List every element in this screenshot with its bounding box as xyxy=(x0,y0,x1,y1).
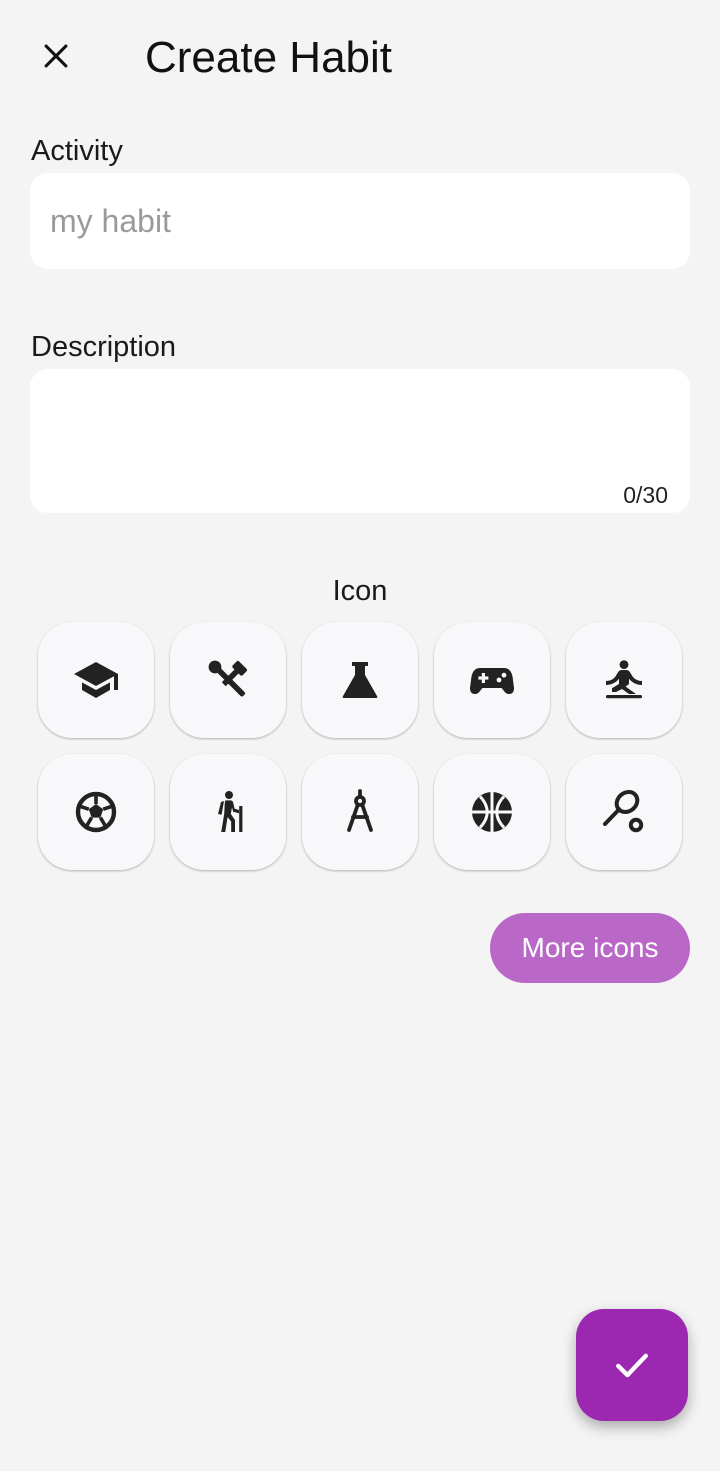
check-icon xyxy=(616,1353,648,1378)
close-button[interactable] xyxy=(30,30,82,82)
icon-option-meditation[interactable] xyxy=(566,622,682,738)
activity-label: Activity xyxy=(31,135,123,167)
save-habit-button[interactable] xyxy=(576,1309,688,1421)
icon-option-compass-drawing[interactable] xyxy=(302,754,418,870)
icon-option-tennis[interactable] xyxy=(566,754,682,870)
graduation-cap-icon xyxy=(74,662,118,698)
icon-option-basketball[interactable] xyxy=(434,754,550,870)
icon-option-hiking[interactable] xyxy=(170,754,286,870)
icon-option-graduation-cap[interactable] xyxy=(38,622,154,738)
more-icons-button[interactable]: More icons xyxy=(490,913,690,983)
meditation-icon xyxy=(606,660,642,699)
close-icon xyxy=(44,44,68,68)
hiking-icon xyxy=(218,791,243,832)
icon-option-soccer-ball[interactable] xyxy=(38,754,154,870)
page-title: Create Habit xyxy=(145,33,393,82)
soccer-ball-icon xyxy=(75,791,117,833)
description-label: Description xyxy=(31,331,177,363)
create-habit-screen: Create Habit Activity Description 0/30 I… xyxy=(0,0,720,1471)
compass-drawing-icon xyxy=(347,789,373,832)
character-counter: 0/30 xyxy=(623,482,668,508)
gamepad-icon xyxy=(470,668,514,694)
icon-section-label: Icon xyxy=(332,575,388,607)
icon-picker-grid xyxy=(38,622,682,870)
basketball-icon xyxy=(472,792,512,832)
icon-option-gamepad[interactable] xyxy=(434,622,550,738)
icon-option-flask[interactable] xyxy=(302,622,418,738)
description-input[interactable]: 0/30 xyxy=(30,369,690,513)
tennis-icon xyxy=(603,790,644,833)
tools-icon xyxy=(208,660,247,697)
activity-input[interactable] xyxy=(30,173,690,269)
flask-icon xyxy=(342,662,378,698)
icon-option-tools[interactable] xyxy=(170,622,286,738)
